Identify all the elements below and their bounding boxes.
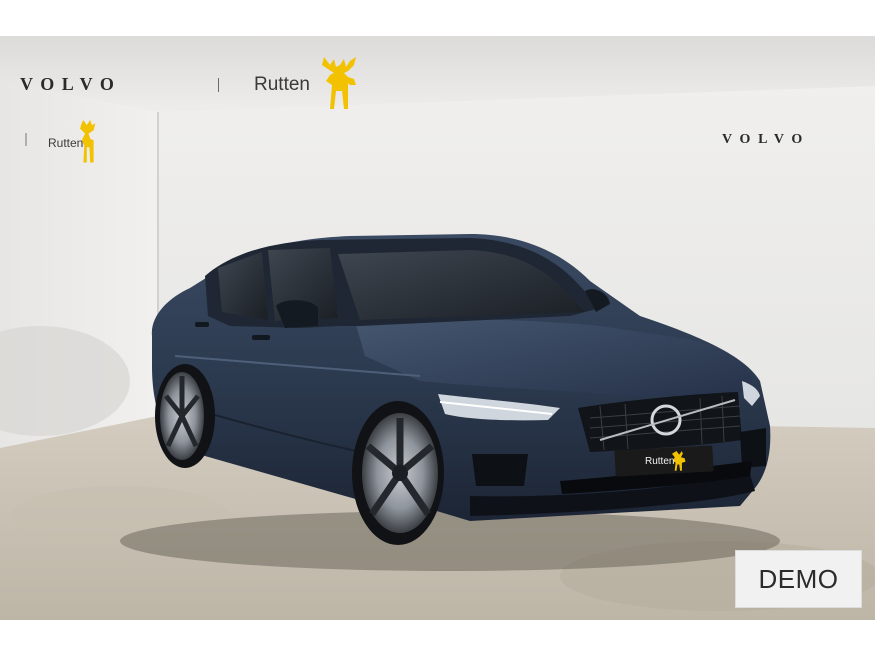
car-photo: VOLVO Rutten Rutten VOLVO Rutten — [0, 36, 875, 620]
showroom-scene — [0, 36, 875, 620]
banner-brand: VOLVO — [20, 74, 122, 94]
banner-dealer: Rutten — [254, 74, 310, 95]
right-wall-brand: VOLVO — [722, 132, 810, 147]
moose-icon — [322, 57, 356, 109]
rear-wheel — [155, 364, 215, 468]
plate-dealer-text: Rutten — [645, 456, 675, 467]
demo-badge: DEMO — [735, 550, 862, 608]
left-wall-dealer: Rutten — [48, 136, 84, 150]
front-wheel — [352, 401, 444, 545]
banner-separator — [218, 78, 219, 92]
